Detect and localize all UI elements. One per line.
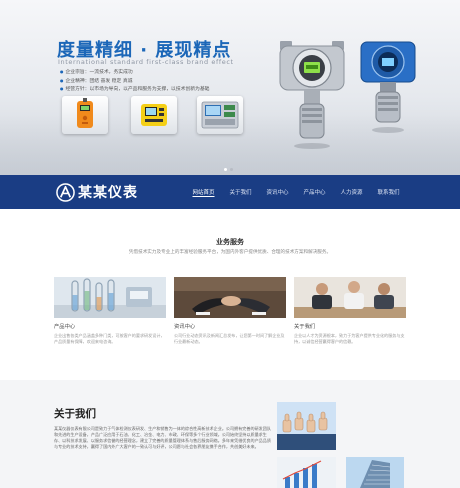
service-card-products[interactable]: 产品中心 企业出售各类产品涵盖多种门类，可按客户的要求研发设计，产品质量有保障，… <box>54 277 166 346</box>
logo-mark-icon <box>56 182 75 202</box>
slider-dot[interactable] <box>224 168 227 171</box>
site-logo[interactable]: 某某仪表 <box>56 182 138 202</box>
service-card-news[interactable]: 资讯中心 公司行业动态资讯及新闻汇总发布，让您第一时间了解企业及行业最新动态。 <box>174 277 286 346</box>
hero-banner: 度量精细 · 展现精点 International standard first… <box>0 0 460 175</box>
gas-transmitter-silver-icon <box>276 38 348 154</box>
card-title: 关于我们 <box>294 324 316 330</box>
card-text: 企业出售各类产品涵盖多种门类，可按客户的要求研发设计，产品质量有保障，欢迎来电咨… <box>54 333 165 345</box>
growth-chart-photo <box>277 457 336 488</box>
hero-bullet: 经营方针：以市场为导向，以产品和服务为支撑，以技术创新为基础 <box>60 85 210 94</box>
nav-item-news[interactable]: 资讯中心 <box>259 175 296 209</box>
about-title: 关于我们 <box>54 408 96 420</box>
orange-gas-detector-icon <box>62 96 108 134</box>
office-building-photo <box>346 457 404 488</box>
service-card-about[interactable]: 关于我们 企业以人才为资源根本，致力于为客户提供专业化的服务与支持，以诚信经营赢… <box>294 277 406 346</box>
about-text: 某某仪器仪表有限公司是致力于气体检测仪表研发、生产和销售为一体的综合性高新技术企… <box>54 426 271 450</box>
nav-item-contact[interactable]: 联系我们 <box>370 175 407 209</box>
slider-dot[interactable] <box>230 168 233 171</box>
main-nav: 网站首页 关于我们 资讯中心 产品中心 人力资源 联系我们 <box>185 175 407 209</box>
handshake-photo <box>174 277 286 318</box>
hero-subtitle: International standard first-class brand… <box>58 58 234 66</box>
hero-bullet: 企业精神：团结 奋发 稳定 真诚 <box>60 77 209 86</box>
control-panel-icon <box>197 96 243 134</box>
business-description: 凭借技术实力及专业上的丰富经验服务平台，为国内外客户提供优质、合理的技术方案和解… <box>128 250 332 255</box>
card-title: 产品中心 <box>54 324 76 330</box>
test-tubes-photo <box>54 277 166 318</box>
logo-text: 某某仪表 <box>78 185 138 201</box>
gas-transmitter-blue-icon <box>358 36 418 140</box>
nav-item-hr[interactable]: 人力资源 <box>333 175 370 209</box>
card-text: 公司行业动态资讯及新闻汇总发布，让您第一时间了解企业及行业最新动态。 <box>174 333 285 345</box>
card-text: 企业以人才为资源根本，致力于为客户提供专业化的服务与支持，以诚信经营赢得客户的信… <box>294 333 405 345</box>
nav-item-about[interactable]: 关于我们 <box>222 175 259 209</box>
nav-item-products[interactable]: 产品中心 <box>296 175 333 209</box>
business-meeting-photo <box>294 277 406 318</box>
business-title: 业务服务 <box>216 238 244 246</box>
card-title: 资讯中心 <box>174 324 196 330</box>
navbar: 某某仪表 网站首页 关于我们 资讯中心 产品中心 人力资源 联系我们 <box>0 175 460 209</box>
thumbs-up-team-photo <box>277 402 336 450</box>
yellow-gas-detector-icon <box>131 96 177 134</box>
slider-dots <box>224 168 233 171</box>
hero-bullets: 企业宗旨：一流技术，务实成功 企业精神：团结 奋发 稳定 真诚 经营方针：以市场… <box>60 68 210 94</box>
nav-item-home[interactable]: 网站首页 <box>185 175 222 209</box>
hero-bullet: 企业宗旨：一流技术，务实成功 <box>60 68 209 77</box>
